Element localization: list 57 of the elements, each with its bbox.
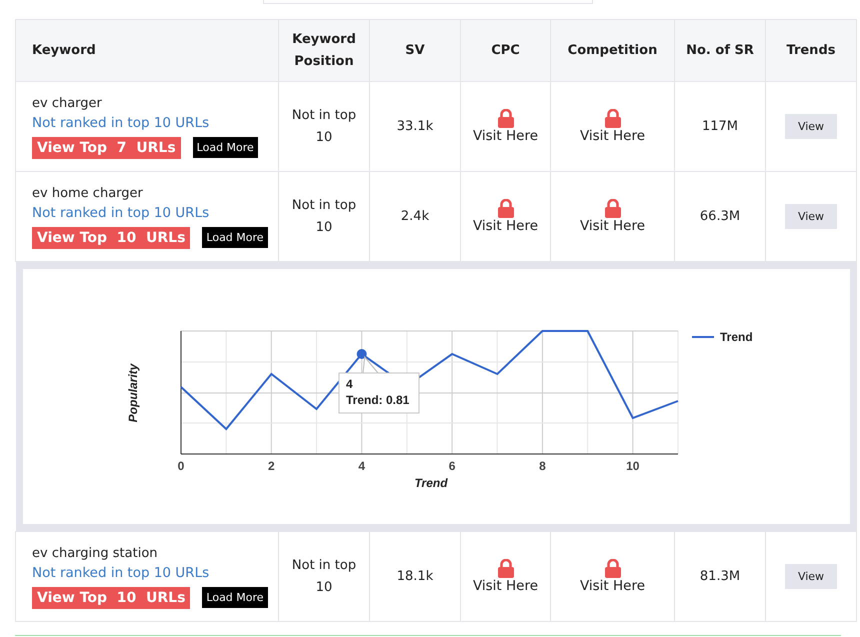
view-top-urls-button[interactable]: View Top 7 URLs [32, 136, 181, 158]
results-count: 81.3M [700, 569, 740, 584]
view-trends-button[interactable]: View [784, 114, 838, 139]
lock-icon [604, 109, 620, 128]
lock-icon [604, 559, 620, 578]
axis-tick-label: 10 [626, 459, 639, 473]
column-header: Keyword Position [292, 32, 356, 68]
view-top-urls-button[interactable]: View Top 10 URLs [32, 226, 190, 248]
legend-label: Trend [720, 330, 752, 344]
load-more-button[interactable]: Load More [202, 227, 268, 248]
keyword-text: ev charger [32, 94, 103, 112]
visit-link[interactable]: Visit Here [472, 218, 538, 234]
rank-link[interactable]: Not ranked in top 10 URLs [32, 204, 210, 220]
rank-link[interactable]: Not ranked in top 10 URLs [32, 114, 210, 130]
axis-tick-label: 2 [268, 459, 274, 473]
column-header: Keyword [32, 42, 96, 58]
y-axis-title: Popularity [126, 364, 140, 422]
column-header: Trends [786, 42, 836, 58]
position-text: Not in top 10 [290, 106, 358, 146]
column-header: SV [405, 42, 425, 58]
column-header: No. of SR [686, 42, 754, 58]
load-more-button[interactable]: Load More [202, 587, 268, 608]
keyword-text: ev home charger [32, 184, 144, 202]
column-header: Competition [568, 42, 658, 58]
visit-link[interactable]: Visit Here [472, 128, 538, 144]
rank-link[interactable]: Not ranked in top 10 URLs [32, 564, 210, 580]
data-point [356, 349, 366, 359]
axis-tick-label: 0 [177, 459, 184, 473]
search-volume: 33.1k [396, 119, 434, 134]
lock-icon [498, 559, 514, 578]
visit-link[interactable]: Visit Here [580, 578, 646, 594]
column-header: CPC [491, 42, 520, 58]
x-axis-title: Trend [414, 476, 448, 490]
search-volume: 18.1k [396, 569, 434, 584]
view-trends-button[interactable]: View [784, 564, 838, 589]
view-top-urls-button[interactable]: View Top 10 URLs [32, 586, 190, 608]
view-trends-button[interactable]: View [784, 204, 838, 229]
tooltip-text: Trend: 0.81 [346, 393, 409, 407]
axis-tick-label: 4 [358, 459, 365, 473]
visit-link[interactable]: Visit Here [580, 218, 646, 234]
lock-icon [604, 199, 620, 218]
load-more-button[interactable]: Load More [192, 137, 258, 158]
position-text: Not in top 10 [290, 196, 358, 236]
search-volume: 2.4k [400, 209, 430, 224]
visit-link[interactable]: Visit Here [580, 128, 646, 144]
tooltip-title: 4 [346, 377, 352, 391]
keyword-text: ev charging station [32, 544, 159, 562]
lock-icon [498, 109, 514, 128]
legend-line [692, 336, 714, 338]
tooltip-pointer [362, 356, 379, 374]
lock-icon [498, 199, 514, 218]
position-text: Not in top 10 [290, 556, 358, 596]
results-count: 66.3M [700, 209, 740, 224]
results-count: 117M [702, 119, 738, 134]
axis-tick-label: 6 [448, 459, 455, 473]
visit-link[interactable]: Visit Here [472, 578, 538, 594]
axis-tick-label: 8 [538, 459, 546, 473]
